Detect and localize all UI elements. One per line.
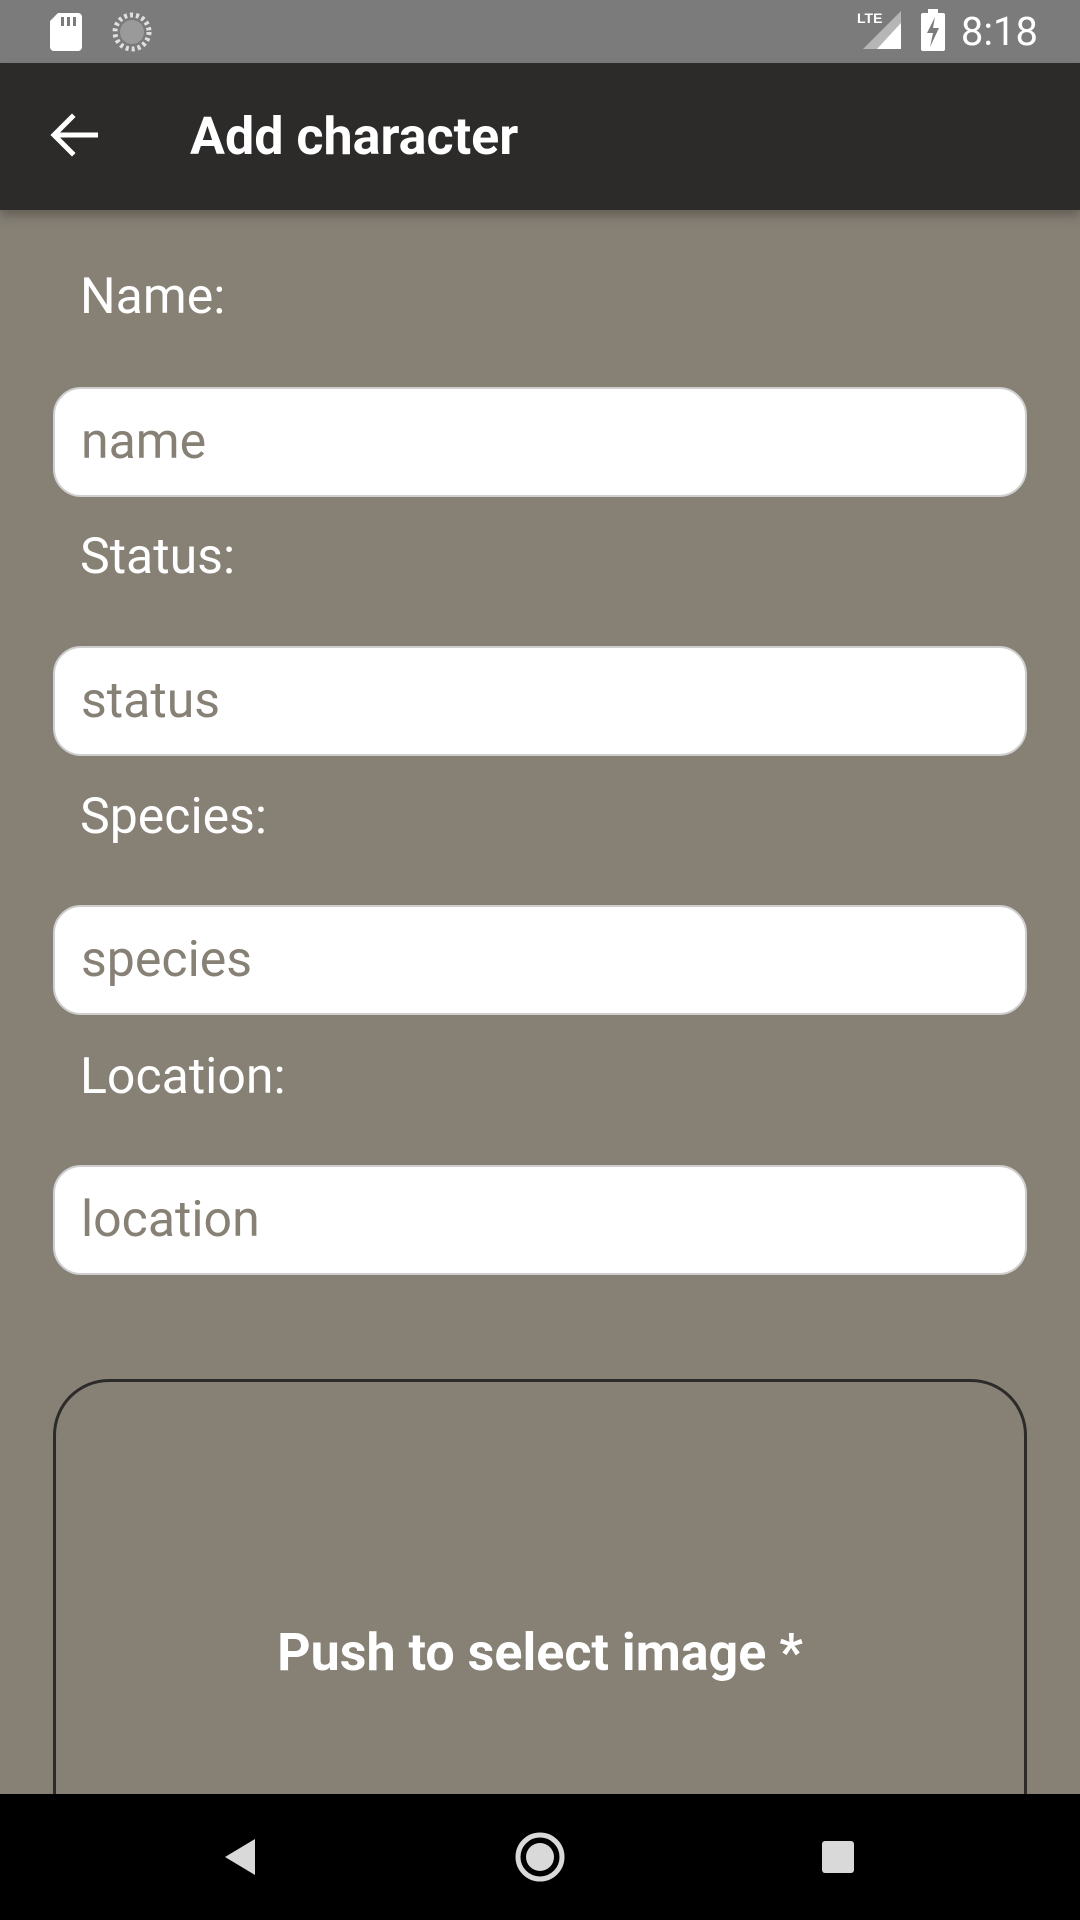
back-button[interactable] xyxy=(38,99,110,171)
navigation-bar xyxy=(0,1794,1080,1920)
status-right-icons: LTE 8:18 xyxy=(857,0,1038,63)
battery-charging-icon xyxy=(920,8,945,55)
select-image-label: Push to select image * xyxy=(277,1622,803,1683)
name-label: Name: xyxy=(80,268,226,326)
status-label: Status: xyxy=(80,528,236,586)
name-input[interactable] xyxy=(53,387,1027,497)
svg-text:LTE: LTE xyxy=(857,10,882,26)
nav-home-icon xyxy=(515,1832,565,1882)
location-label: Location: xyxy=(80,1048,286,1106)
status-left-icons xyxy=(50,12,152,56)
sync-icon xyxy=(112,12,152,56)
page-title: Add character xyxy=(190,106,519,167)
location-input[interactable] xyxy=(53,1165,1027,1275)
select-image-button[interactable]: Push to select image * xyxy=(53,1379,1027,1799)
nav-recents-button[interactable] xyxy=(775,1794,901,1920)
species-input[interactable] xyxy=(53,905,1027,1015)
status-time: 8:18 xyxy=(960,8,1038,55)
lte-signal-icon: LTE xyxy=(857,9,905,55)
nav-back-icon xyxy=(225,1839,255,1875)
nav-home-button[interactable] xyxy=(477,1794,603,1920)
species-label: Species: xyxy=(80,788,268,846)
status-input[interactable] xyxy=(53,646,1027,756)
app-bar: Add character xyxy=(0,63,1080,210)
nav-back-button[interactable] xyxy=(178,1794,304,1920)
status-bar: LTE 8:18 xyxy=(0,0,1080,63)
sd-card-icon xyxy=(50,13,82,55)
nav-recents-icon xyxy=(822,1841,854,1873)
arrow-back-icon xyxy=(50,113,98,157)
